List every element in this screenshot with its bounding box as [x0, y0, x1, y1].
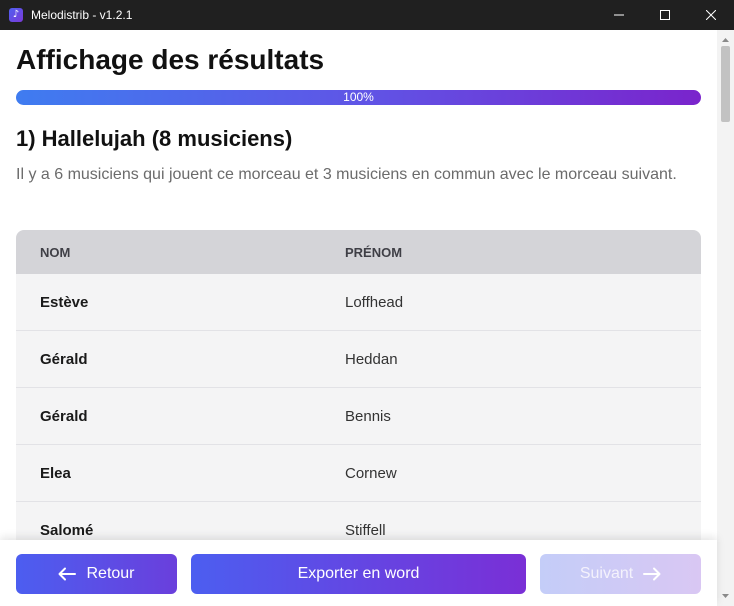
- next-button[interactable]: Suivant: [540, 554, 701, 594]
- arrow-right-icon: [643, 567, 661, 581]
- export-word-button[interactable]: Exporter en word: [191, 554, 526, 594]
- maximize-icon: [660, 10, 670, 20]
- minimize-button[interactable]: [596, 0, 642, 30]
- cell-nom: Gérald: [40, 350, 88, 368]
- page-title: Affichage des résultats: [16, 44, 325, 75]
- vertical-scrollbar[interactable]: [717, 30, 734, 606]
- table-row: Gérald Bennis: [16, 388, 701, 445]
- close-button[interactable]: [688, 0, 734, 30]
- column-header-nom: NOM: [40, 244, 71, 260]
- table-row: Elea Cornew: [16, 445, 701, 502]
- footer-bar: Retour Exporter en word Suivant: [0, 540, 717, 606]
- cell-nom: Estève: [40, 293, 89, 311]
- next-button-label: Suivant: [579, 565, 634, 582]
- cell-prenom: Stiffell: [345, 521, 386, 539]
- progress-label: 100%: [343, 90, 374, 104]
- scroll-down-button[interactable]: [717, 588, 734, 604]
- table-header: NOM PRÉNOM: [16, 230, 701, 274]
- table-row: Salomé Stiffell: [16, 502, 701, 540]
- close-icon: [706, 10, 716, 20]
- cell-prenom: Heddan: [345, 350, 398, 368]
- minimize-icon: [614, 14, 624, 16]
- cell-prenom: Loffhead: [345, 293, 404, 311]
- back-button[interactable]: Retour: [16, 554, 177, 594]
- music-note-icon: ♪: [9, 8, 23, 22]
- table-row: Gérald Heddan: [16, 331, 701, 388]
- window-title: Melodistrib - v1.2.1: [31, 8, 133, 22]
- maximize-button[interactable]: [642, 0, 688, 30]
- cell-prenom: Bennis: [345, 407, 391, 425]
- cell-prenom: Cornew: [345, 464, 397, 482]
- table-row: Estève Loffhead: [16, 274, 701, 331]
- arrow-up-icon: [722, 38, 729, 42]
- cell-nom: Salomé: [40, 521, 94, 539]
- progress-bar: 100%: [16, 90, 701, 105]
- musicians-table: NOM PRÉNOM Estève Loffhead Gérald Heddan…: [16, 230, 701, 540]
- column-header-prenom: PRÉNOM: [345, 244, 403, 260]
- scrollbar-thumb[interactable]: [721, 46, 730, 122]
- title-bar: ♪ Melodistrib - v1.2.1: [0, 0, 734, 30]
- back-button-label: Retour: [86, 565, 135, 582]
- export-button-label: Exporter en word: [297, 565, 420, 582]
- cell-nom: Gérald: [40, 407, 88, 425]
- section-description: Il y a 6 musiciens qui jouent ce morceau…: [16, 166, 677, 183]
- section-title: 1) Hallelujah (8 musiciens): [16, 126, 293, 151]
- arrow-down-icon: [722, 594, 729, 598]
- arrow-left-icon: [58, 567, 77, 581]
- cell-nom: Elea: [40, 464, 71, 482]
- main-content: Affichage des résultats 100% 1) Halleluj…: [0, 30, 717, 540]
- window-controls: [596, 0, 734, 30]
